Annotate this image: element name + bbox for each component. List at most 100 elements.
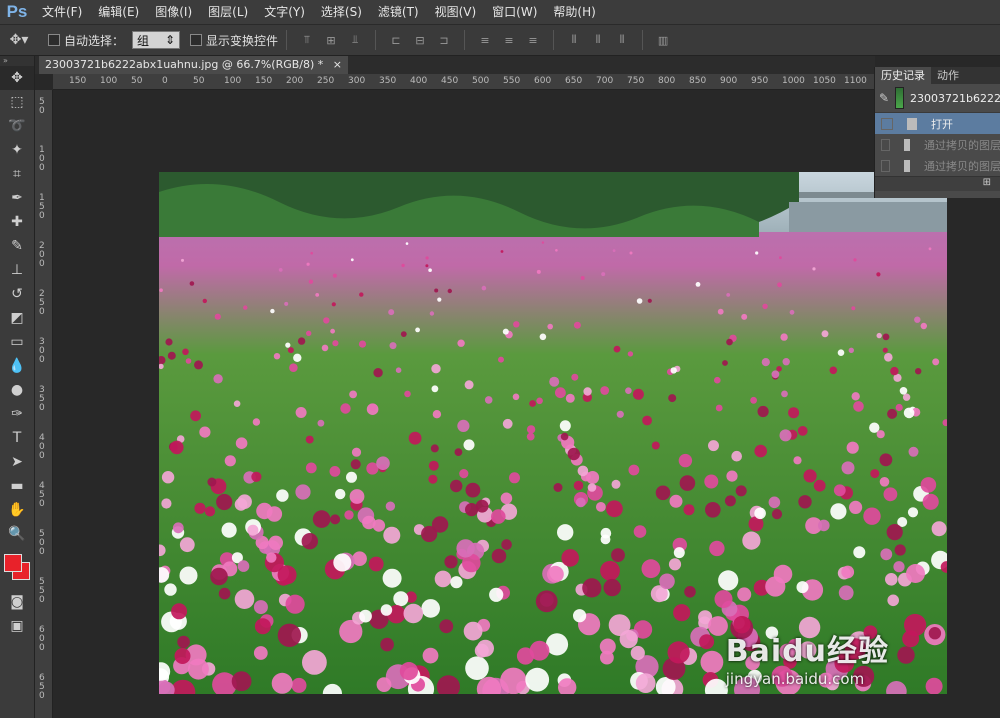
auto-select-dropdown[interactable]: 组 ⇕ bbox=[132, 31, 181, 49]
history-brush-source-icon[interactable]: ✎ bbox=[879, 91, 889, 105]
history-item[interactable]: 通过拷贝的图层 bbox=[875, 155, 1000, 176]
flower bbox=[284, 301, 289, 306]
move-tool-preset-icon[interactable]: ✥▾ bbox=[0, 25, 38, 55]
flower bbox=[293, 353, 302, 362]
tab-actions[interactable]: 动作 bbox=[931, 67, 965, 84]
distribute-vcenter-icon[interactable]: ≡ bbox=[502, 33, 516, 47]
align-right-icon[interactable]: ⊐ bbox=[437, 33, 451, 47]
flower bbox=[500, 250, 504, 253]
align-vcenter-icon[interactable]: ⊞ bbox=[324, 33, 338, 47]
clone-stamp-tool-icon[interactable]: ⊥ bbox=[0, 258, 34, 282]
flower bbox=[886, 524, 903, 541]
menu-file[interactable]: 文件(F) bbox=[34, 0, 90, 24]
close-icon[interactable]: × bbox=[333, 58, 342, 71]
screen-mode-icon[interactable]: ▣ bbox=[0, 614, 34, 638]
flower bbox=[500, 667, 527, 694]
menu-layer[interactable]: 图层(L) bbox=[200, 0, 256, 24]
history-brush-tool-icon[interactable]: ↺ bbox=[0, 282, 34, 306]
menu-select[interactable]: 选择(S) bbox=[313, 0, 370, 24]
flower bbox=[185, 358, 192, 364]
flower-field-photo: Baidu经验 jingyan.baidu.com bbox=[159, 172, 947, 694]
align-top-icon[interactable]: ⫪ bbox=[300, 33, 314, 47]
eraser-tool-icon[interactable]: ◩ bbox=[0, 306, 34, 330]
new-snapshot-icon[interactable]: ⊞ bbox=[983, 177, 991, 188]
zoom-tool-icon[interactable]: 🔍 bbox=[0, 522, 34, 546]
blur-tool-icon[interactable]: 💧 bbox=[0, 354, 34, 378]
flower bbox=[647, 298, 652, 303]
menu-edit[interactable]: 编辑(E) bbox=[90, 0, 147, 24]
menu-type[interactable]: 文字(Y) bbox=[256, 0, 313, 24]
flower bbox=[885, 573, 898, 586]
history-item[interactable]: 通过拷贝的图层 bbox=[875, 134, 1000, 155]
magic-wand-tool-icon[interactable]: ✦ bbox=[0, 138, 34, 162]
flower bbox=[796, 581, 809, 594]
flower bbox=[714, 376, 721, 384]
flower bbox=[536, 269, 541, 274]
history-item[interactable]: 打开 bbox=[875, 113, 1000, 134]
path-selection-tool-icon[interactable]: ➤ bbox=[0, 450, 34, 474]
type-tool-icon[interactable]: T bbox=[0, 426, 34, 450]
watermark-url: jingyan.baidu.com bbox=[725, 670, 865, 688]
menu-filter[interactable]: 滤镜(T) bbox=[370, 0, 427, 24]
pen-tool-icon[interactable]: ✑ bbox=[0, 402, 34, 426]
tab-history[interactable]: 历史记录 bbox=[875, 67, 931, 84]
lasso-tool-icon[interactable]: ➰ bbox=[0, 114, 34, 138]
distribute-right-icon[interactable]: ⦀ bbox=[615, 33, 629, 47]
toolbox-collapse-icon[interactable]: » bbox=[0, 56, 34, 66]
menu-help[interactable]: 帮助(H) bbox=[545, 0, 603, 24]
align-bottom-icon[interactable]: ⫫ bbox=[348, 33, 362, 47]
history-source-box[interactable] bbox=[881, 159, 890, 172]
history-source-box[interactable] bbox=[881, 138, 890, 151]
rectangle-tool-icon[interactable]: ▬ bbox=[0, 474, 34, 498]
snapshot-thumbnail bbox=[895, 87, 905, 109]
distribute-hcenter-icon[interactable]: ⦀ bbox=[591, 33, 605, 47]
flower bbox=[642, 415, 652, 426]
distribute-bottom-icon[interactable]: ≡ bbox=[526, 33, 540, 47]
auto-align-icon[interactable]: ▥ bbox=[656, 33, 670, 47]
flower bbox=[715, 404, 723, 412]
align-hcenter-icon[interactable]: ⊟ bbox=[413, 33, 427, 47]
flower bbox=[251, 471, 262, 482]
document-tab[interactable]: 23003721b6222abx1uahnu.jpg @ 66.7%(RGB/8… bbox=[39, 56, 348, 74]
auto-select-checkbox[interactable] bbox=[48, 34, 60, 46]
dropdown-arrow-icon: ⇕ bbox=[164, 33, 176, 47]
flower bbox=[573, 321, 581, 329]
menu-window[interactable]: 窗口(W) bbox=[484, 0, 545, 24]
brush-tool-icon[interactable]: ✎ bbox=[0, 234, 34, 258]
flower bbox=[332, 340, 339, 347]
show-transform-checkbox[interactable] bbox=[190, 34, 203, 46]
healing-brush-tool-icon[interactable]: ✚ bbox=[0, 210, 34, 234]
align-left-icon[interactable]: ⊏ bbox=[389, 33, 403, 47]
flower bbox=[741, 313, 748, 320]
distribute-top-icon[interactable]: ≡ bbox=[478, 33, 492, 47]
flower bbox=[667, 641, 690, 664]
flower bbox=[430, 444, 439, 453]
flower bbox=[491, 548, 507, 564]
dodge-tool-icon[interactable]: ● bbox=[0, 378, 34, 402]
ruler-tick-label: 600 bbox=[39, 625, 45, 653]
foreground-color-swatch[interactable] bbox=[4, 554, 22, 572]
hand-tool-icon[interactable]: ✋ bbox=[0, 498, 34, 522]
marquee-tool-icon[interactable]: ⬚ bbox=[0, 90, 34, 114]
show-transform-label: 显示变换控件 bbox=[206, 33, 279, 48]
flower bbox=[848, 347, 854, 353]
history-source-box[interactable] bbox=[881, 117, 893, 130]
distribute-left-icon[interactable]: ⦀ bbox=[567, 33, 581, 47]
move-tool-icon[interactable]: ✥ bbox=[0, 66, 34, 90]
quick-mask-icon[interactable]: ◙ bbox=[0, 590, 34, 614]
flower bbox=[699, 634, 715, 650]
flower bbox=[395, 367, 402, 373]
menu-view[interactable]: 视图(V) bbox=[427, 0, 485, 24]
gradient-tool-icon[interactable]: ▭ bbox=[0, 330, 34, 354]
crop-tool-icon[interactable]: ⌗ bbox=[0, 162, 34, 186]
flower bbox=[931, 521, 947, 537]
flower bbox=[285, 342, 291, 348]
ruler-tick-label: 100 bbox=[224, 76, 242, 86]
history-snapshot[interactable]: ✎ 23003721b6222 bbox=[875, 84, 1000, 113]
menu-image[interactable]: 图像(I) bbox=[147, 0, 200, 24]
color-swatches[interactable] bbox=[0, 546, 34, 590]
eyedropper-tool-icon[interactable]: ✒ bbox=[0, 186, 34, 210]
flower bbox=[879, 453, 893, 467]
flower bbox=[350, 459, 361, 470]
flower bbox=[329, 466, 341, 477]
